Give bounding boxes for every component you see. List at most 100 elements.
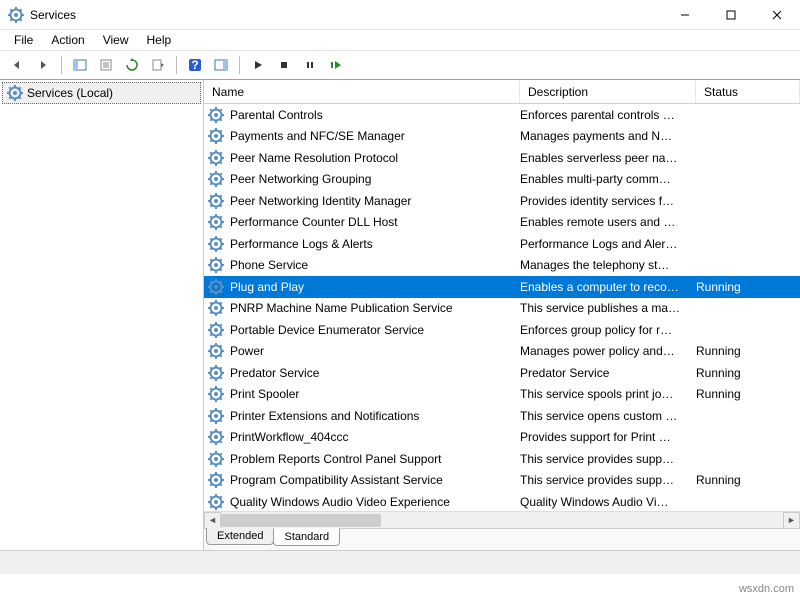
service-row[interactable]: Phone ServiceManages the telephony st…	[204, 255, 800, 277]
tab-standard[interactable]: Standard	[273, 528, 340, 546]
service-name: Performance Logs & Alerts	[230, 237, 520, 251]
start-service-button[interactable]	[247, 54, 269, 76]
service-name: Performance Counter DLL Host	[230, 215, 520, 229]
menu-action[interactable]: Action	[43, 31, 92, 49]
gear-icon	[208, 322, 224, 338]
service-row[interactable]: Parental ControlsEnforces parental contr…	[204, 104, 800, 126]
gear-icon	[208, 128, 224, 144]
svg-text:?: ?	[191, 58, 198, 72]
service-row[interactable]: Printer Extensions and NotificationsThis…	[204, 405, 800, 427]
status-bar	[0, 550, 800, 574]
service-description: Manages power policy and…	[520, 344, 696, 358]
col-name[interactable]: Name	[204, 81, 520, 103]
gear-icon	[208, 408, 224, 424]
service-name: Phone Service	[230, 258, 520, 272]
service-description: Enables a computer to reco…	[520, 280, 696, 294]
service-description: Provides identity services f…	[520, 194, 696, 208]
service-status: Running	[696, 473, 776, 487]
service-description: Quality Windows Audio Vi…	[520, 495, 696, 509]
tree-root-label: Services (Local)	[27, 86, 113, 100]
service-row[interactable]: Performance Logs & AlertsPerformance Log…	[204, 233, 800, 255]
export-list-button[interactable]	[147, 54, 169, 76]
service-row[interactable]: Print SpoolerThis service spools print j…	[204, 384, 800, 406]
gear-icon	[208, 279, 224, 295]
app-icon	[8, 7, 24, 23]
scroll-right-button[interactable]: ►	[783, 512, 800, 529]
service-name: Peer Networking Identity Manager	[230, 194, 520, 208]
service-description: This service opens custom …	[520, 409, 696, 423]
view-tabs: Extended Standard	[204, 528, 800, 550]
gear-icon	[208, 171, 224, 187]
service-row[interactable]: Predator ServicePredator ServiceRunning	[204, 362, 800, 384]
properties-button[interactable]	[95, 54, 117, 76]
gear-icon	[208, 300, 224, 316]
service-name: Print Spooler	[230, 387, 520, 401]
watermark: wsxdn.com	[739, 583, 794, 595]
col-description[interactable]: Description	[520, 81, 696, 103]
service-row[interactable]: Program Compatibility Assistant ServiceT…	[204, 470, 800, 492]
service-name: Payments and NFC/SE Manager	[230, 129, 520, 143]
services-list[interactable]: Name Description Status Parental Control…	[204, 80, 800, 528]
service-row[interactable]: PrintWorkflow_404cccProvides support for…	[204, 427, 800, 449]
service-description: This service spools print jo…	[520, 387, 696, 401]
gear-icon	[7, 85, 23, 101]
menu-view[interactable]: View	[95, 31, 137, 49]
service-row[interactable]: Performance Counter DLL HostEnables remo…	[204, 212, 800, 234]
service-description: Manages payments and N…	[520, 129, 696, 143]
service-description: Enforces parental controls …	[520, 108, 696, 122]
list-header[interactable]: Name Description Status	[204, 80, 800, 104]
menu-help[interactable]: Help	[139, 31, 180, 49]
service-row[interactable]: Plug and PlayEnables a computer to reco……	[204, 276, 800, 298]
service-row[interactable]: Peer Name Resolution ProtocolEnables ser…	[204, 147, 800, 169]
tab-extended[interactable]: Extended	[206, 528, 274, 545]
scroll-left-button[interactable]: ◄	[204, 512, 221, 529]
service-row[interactable]: Peer Networking Identity ManagerProvides…	[204, 190, 800, 212]
restart-service-button[interactable]	[325, 54, 347, 76]
service-name: Portable Device Enumerator Service	[230, 323, 520, 337]
service-row[interactable]: Problem Reports Control Panel SupportThi…	[204, 448, 800, 470]
service-name: Quality Windows Audio Video Experience	[230, 495, 520, 509]
col-status[interactable]: Status	[696, 81, 800, 103]
pause-service-button[interactable]	[299, 54, 321, 76]
toolbar-separator	[61, 56, 62, 74]
show-hide-tree-button[interactable]	[69, 54, 91, 76]
gear-icon	[208, 107, 224, 123]
service-row[interactable]: Peer Networking GroupingEnables multi-pa…	[204, 169, 800, 191]
service-row[interactable]: PNRP Machine Name Publication ServiceThi…	[204, 298, 800, 320]
menu-file[interactable]: File	[6, 31, 41, 49]
service-name: Power	[230, 344, 520, 358]
help-button[interactable]: ?	[184, 54, 206, 76]
menubar: File Action View Help	[0, 30, 800, 50]
service-description: Predator Service	[520, 366, 696, 380]
close-button[interactable]	[754, 0, 800, 30]
back-button[interactable]	[6, 54, 28, 76]
service-name: Printer Extensions and Notifications	[230, 409, 520, 423]
maximize-button[interactable]	[708, 0, 754, 30]
stop-service-button[interactable]	[273, 54, 295, 76]
forward-button[interactable]	[32, 54, 54, 76]
service-description: Manages the telephony st…	[520, 258, 696, 272]
service-status: Running	[696, 280, 776, 294]
tree-root-services-local[interactable]: Services (Local)	[2, 82, 201, 104]
service-name: PrintWorkflow_404ccc	[230, 430, 520, 444]
gear-icon	[208, 386, 224, 402]
scroll-thumb[interactable]	[221, 514, 381, 527]
service-name: Peer Name Resolution Protocol	[230, 151, 520, 165]
service-name: Predator Service	[230, 366, 520, 380]
horizontal-scrollbar[interactable]: ◄ ►	[204, 511, 800, 528]
minimize-button[interactable]	[662, 0, 708, 30]
service-row[interactable]: PowerManages power policy and…Running	[204, 341, 800, 363]
refresh-button[interactable]	[121, 54, 143, 76]
window-title: Services	[30, 8, 76, 22]
service-description: Enables multi-party comm…	[520, 172, 696, 186]
show-hide-action-pane-button[interactable]	[210, 54, 232, 76]
gear-icon	[208, 494, 224, 510]
service-row[interactable]: Portable Device Enumerator ServiceEnforc…	[204, 319, 800, 341]
service-row[interactable]: Payments and NFC/SE ManagerManages payme…	[204, 126, 800, 148]
gear-icon	[208, 236, 224, 252]
gear-icon	[208, 451, 224, 467]
service-name: Peer Networking Grouping	[230, 172, 520, 186]
service-name: Plug and Play	[230, 280, 520, 294]
service-row[interactable]: Quality Windows Audio Video ExperienceQu…	[204, 491, 800, 511]
service-description: This service provides supp…	[520, 452, 696, 466]
